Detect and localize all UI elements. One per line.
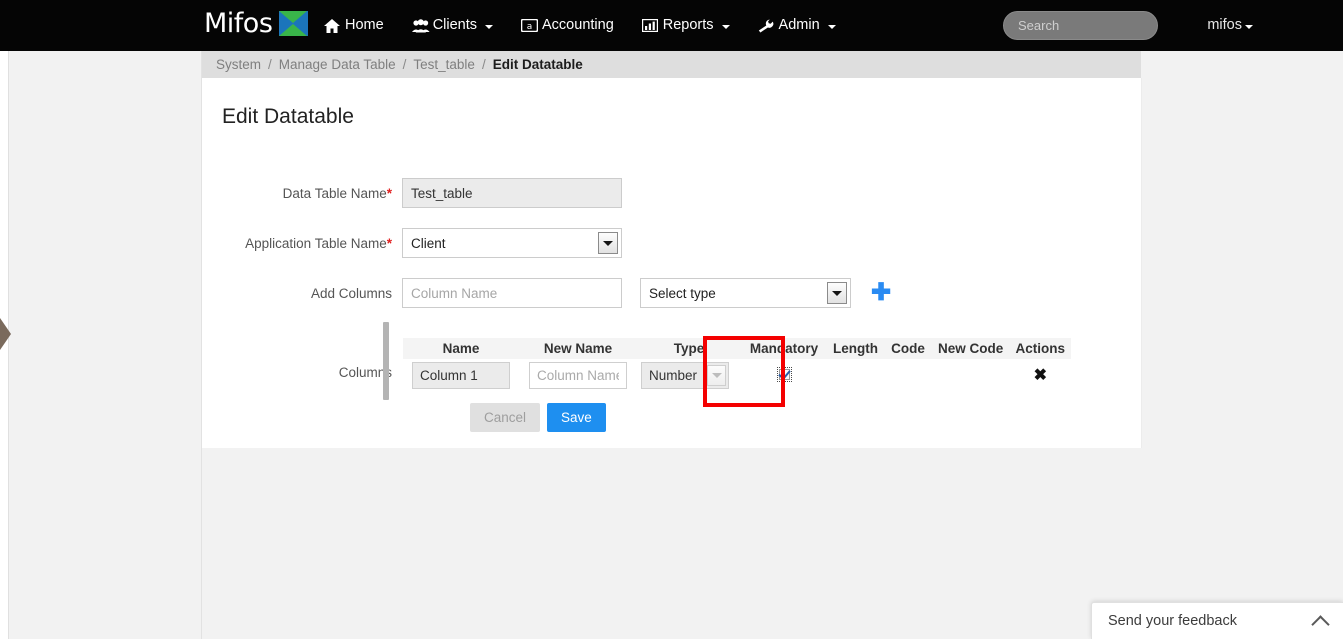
brand-name: Mifos [204,8,273,39]
breadcrumb-item-manage-data-table[interactable]: Manage Data Table [279,57,396,72]
svg-text:a: a [527,21,533,31]
cell-code [884,359,932,392]
chevron-right-icon [0,318,11,350]
breadcrumb-separator: / [402,57,407,72]
breadcrumb-item-system[interactable]: System [216,57,261,72]
required-asterisk: * [386,235,392,251]
column-header-mandatory: Mandatory [741,338,827,359]
columns-table-header-row: Name New Name Type Mandatory Length Code… [403,338,1072,359]
top-navbar: Mifos Home Clients a Accounting Reports … [0,0,1343,51]
nav-item-home-label: Home [345,17,384,33]
main-nav: Home Clients a Accounting Reports Admin [310,0,850,51]
breadcrumb-current: Edit Datatable [492,57,583,72]
column-header-new-code: New Code [932,338,1010,359]
cell-new-code [932,359,1010,392]
nav-item-clients-label: Clients [432,17,478,33]
nav-item-clients[interactable]: Clients [398,0,507,51]
column-new-name-input[interactable] [529,362,627,389]
nav-item-accounting[interactable]: a Accounting [507,0,628,51]
user-menu[interactable]: mifos [1207,0,1253,51]
brand-logo[interactable]: Mifos [204,8,309,39]
column-header-code: Code [884,338,932,359]
nav-item-reports-label: Reports [662,17,714,33]
chevron-up-icon [1311,614,1330,634]
nav-item-home[interactable]: Home [310,0,398,51]
breadcrumb-separator: / [268,57,272,72]
column-name-input[interactable] [412,362,510,389]
column-header-new-name: New Name [519,338,637,359]
mandatory-checkbox[interactable] [776,366,792,382]
columns-table: Name New Name Type Mandatory Length Code… [403,338,1072,392]
breadcrumb-item-test-table[interactable]: Test_table [413,57,475,72]
user-menu-label: mifos [1207,17,1242,33]
column-header-length: Length [827,338,884,359]
save-button[interactable]: Save [547,403,606,432]
application-table-name-label: Application Table Name* [212,236,402,251]
application-table-name-label-text: Application Table Name [245,235,387,251]
accounting-icon: a [521,18,539,33]
left-sidebar-area [8,51,202,639]
cell-new-name [519,359,637,392]
nav-item-admin[interactable]: Admin [744,0,850,51]
table-row: Number ✖ [403,359,1072,392]
breadcrumb: System / Manage Data Table / Test_table … [202,51,1141,78]
page-title: Edit Datatable [222,105,354,128]
column-type-value: Number [649,368,698,383]
row-data-table-name: Data Table Name* [212,178,622,208]
add-column-type-value: Select type [649,285,716,301]
data-table-name-label: Data Table Name* [212,186,402,201]
cell-length [827,359,884,392]
edit-datatable-card: Edit Datatable Data Table Name* Applicat… [202,78,1141,448]
add-column-type-select[interactable]: Select type [640,278,851,308]
chevron-down-icon [721,24,730,29]
wrench-icon [758,19,774,33]
plus-icon[interactable]: ✚ [871,281,891,305]
nav-item-accounting-label: Accounting [542,17,614,33]
sidebar-expand-handle[interactable] [0,318,12,350]
columns-label: Columns [338,365,392,380]
cell-mandatory [741,359,827,392]
search-input[interactable] [1003,11,1158,40]
breadcrumb-separator: / [481,57,486,72]
dropdown-arrow-icon [598,232,618,254]
bar-chart-icon [641,18,658,33]
row-columns: Columns [212,365,402,380]
dropdown-arrow-icon [707,365,726,386]
data-table-name-input[interactable] [402,178,622,208]
cancel-button[interactable]: Cancel [470,403,541,432]
add-columns-label: Add Columns [310,285,392,301]
columns-scrollbar[interactable] [383,322,389,400]
cell-name [403,359,519,392]
form-actions: Cancel Save [470,403,606,432]
send-feedback-widget[interactable]: Send your feedback [1091,602,1343,639]
chevron-down-icon [827,24,836,29]
delete-x-icon[interactable]: ✖ [1034,367,1047,384]
data-table-name-label-text: Data Table Name [282,185,387,201]
chevron-down-icon [485,24,494,29]
column-header-actions: Actions [1009,338,1072,359]
mifos-logo-icon [279,11,309,36]
row-add-columns: Add Columns Select type ✚ [212,278,891,308]
cell-type: Number [637,359,741,392]
application-table-name-select[interactable]: Client [402,228,622,258]
column-header-type: Type [637,338,741,359]
column-type-select[interactable]: Number [641,362,729,389]
application-table-name-value: Client [411,235,446,251]
cell-actions: ✖ [1009,359,1072,392]
send-feedback-label: Send your feedback [1108,613,1237,629]
required-asterisk: * [386,185,392,201]
chevron-down-icon [1245,24,1253,29]
home-icon [324,18,340,33]
users-icon [411,18,430,33]
card-edge [1141,78,1142,448]
column-header-name: Name [403,338,519,359]
nav-item-admin-label: Admin [778,17,820,33]
add-column-name-input[interactable] [402,278,622,308]
nav-item-reports[interactable]: Reports [628,0,744,51]
dropdown-arrow-icon [827,282,847,304]
row-application-table-name: Application Table Name* Client [212,228,622,258]
